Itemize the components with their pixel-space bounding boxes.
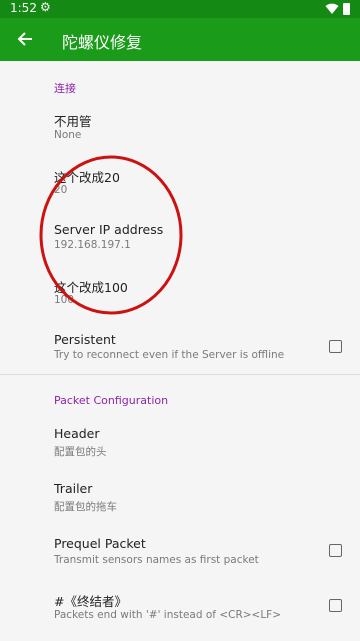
- pref-summary: 配置包的拖车: [54, 501, 117, 513]
- pref-title: Server IP address: [54, 222, 164, 237]
- pref-summary: Try to reconnect even if the Server is o…: [54, 349, 285, 361]
- wifi-icon: [325, 3, 339, 14]
- pref-summary: None: [54, 129, 82, 141]
- pref-summary: Packets end with '#' instead of <CR><LF>: [54, 609, 282, 621]
- pref-title: #《终结者》: [54, 594, 127, 609]
- app-bar: 陀螺仪修复: [0, 18, 360, 61]
- pref-summary: Transmit sensors names as first packet: [54, 554, 259, 566]
- arrow-back-icon: [17, 32, 32, 46]
- pref-title: Prequel Packet: [54, 536, 146, 551]
- prequel-packet-checkbox[interactable]: [329, 544, 342, 557]
- settings-gear-icon: ⚙: [40, 0, 51, 14]
- pref-title: Header: [54, 426, 100, 441]
- pref-title: Trailer: [54, 481, 93, 496]
- preferences-list: 连接 不用管 None 这个改成20 20 Server IP address …: [0, 61, 360, 641]
- battery-icon: [343, 3, 350, 15]
- status-time: 1:52: [10, 1, 37, 15]
- status-bar: 1:52 ⚙: [0, 0, 360, 18]
- pref-summary: 20: [54, 184, 68, 196]
- section-divider: [0, 374, 360, 375]
- pref-summary: 100: [54, 294, 75, 306]
- pref-title: Persistent: [54, 332, 116, 347]
- pref-summary: 配置包的头: [54, 446, 107, 458]
- pref-summary: 192.168.197.1: [54, 239, 131, 251]
- pref-title: 不用管: [54, 114, 92, 129]
- category-header-packet-configuration: Packet Configuration: [54, 394, 169, 407]
- category-header-connection: 连接: [54, 82, 76, 95]
- page-title: 陀螺仪修复: [62, 33, 143, 52]
- persistent-checkbox[interactable]: [329, 340, 342, 353]
- terminator-checkbox[interactable]: [329, 599, 342, 612]
- back-button[interactable]: [8, 22, 42, 56]
